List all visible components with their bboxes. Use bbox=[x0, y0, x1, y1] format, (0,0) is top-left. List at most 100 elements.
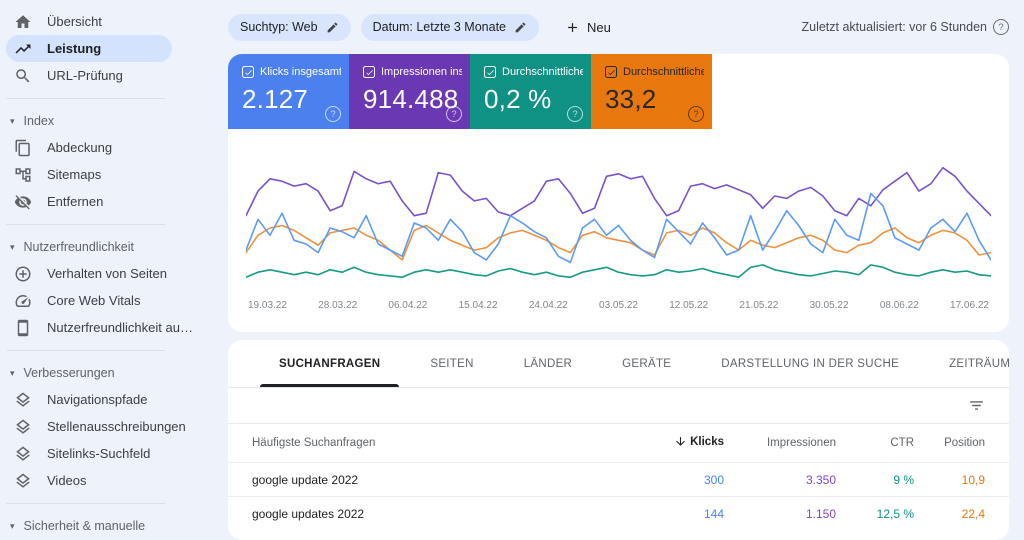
sidebar-item-nutzerfreundlichkeit-mobil[interactable]: Nutzerfreundlichkeit au… bbox=[0, 314, 212, 341]
checkbox-checked-icon[interactable] bbox=[363, 66, 375, 78]
filter-icon[interactable] bbox=[968, 397, 985, 414]
column-header-query[interactable]: Häufigste Suchanfragen bbox=[228, 424, 606, 463]
klicks-cell: 300 bbox=[606, 462, 724, 497]
sidebar-item-label: Navigationspfade bbox=[47, 392, 148, 407]
metric-label: Durchschnittliche… bbox=[623, 66, 704, 78]
tab-laender[interactable]: LÄNDER bbox=[499, 340, 597, 387]
search-icon bbox=[14, 67, 32, 85]
column-header-klicks[interactable]: Klicks bbox=[606, 424, 724, 463]
sidebar-item-navigationspfade[interactable]: Navigationspfade bbox=[0, 386, 212, 413]
sidebar-section-label: Verbesserungen bbox=[23, 366, 115, 380]
search-type-label: Suchtyp: Web bbox=[240, 20, 318, 34]
sidebar-item-verhalten-von-seiten[interactable]: Verhalten von Seiten bbox=[0, 260, 212, 287]
column-header-ctr[interactable]: CTR bbox=[836, 424, 914, 463]
help-icon[interactable]: ? bbox=[993, 19, 1009, 35]
edit-icon bbox=[327, 22, 337, 32]
sidebar-section-index[interactable]: ▾ Index bbox=[0, 108, 212, 134]
sidebar-item-videos[interactable]: Videos bbox=[0, 467, 212, 494]
gauge-icon bbox=[14, 292, 32, 310]
help-icon[interactable]: ? bbox=[688, 106, 704, 122]
home-icon bbox=[14, 13, 32, 31]
tab-zeitraeume[interactable]: ZEITRÄUME bbox=[924, 340, 1009, 387]
search-type-chip[interactable]: Suchtyp: Web bbox=[228, 13, 351, 41]
x-tick-label: 15.04.22 bbox=[458, 300, 498, 311]
table-row[interactable]: google update 2022 300 3.350 9 % 10,9 bbox=[228, 462, 1009, 497]
sidebar-item-leistung[interactable]: Leistung bbox=[6, 35, 172, 62]
chart-line-ctr bbox=[246, 264, 991, 278]
sidebar-divider bbox=[6, 224, 165, 225]
sidebar-item-label: Sitemaps bbox=[47, 167, 102, 182]
line-chart[interactable] bbox=[246, 156, 991, 291]
impressionen-cell: 1.150 bbox=[724, 496, 836, 530]
last-updated: Zuletzt aktualisiert: vor 6 Stunden ? bbox=[801, 19, 1009, 35]
sidebar-item-url-pruefung[interactable]: URL-Prüfung bbox=[0, 62, 212, 89]
sidebar-item-core-web-vitals[interactable]: Core Web Vitals bbox=[0, 287, 212, 314]
column-header-position[interactable]: Position bbox=[914, 424, 1009, 463]
sidebar-divider bbox=[6, 503, 165, 504]
sidebar-item-label: Videos bbox=[47, 473, 87, 488]
column-header-impressionen[interactable]: Impressionen bbox=[724, 424, 836, 463]
layers-icon bbox=[14, 391, 32, 409]
metric-card-impressionen[interactable]: Impressionen ins… 914.488 ? bbox=[349, 54, 470, 129]
layers-icon bbox=[14, 472, 32, 490]
table-header-row: Häufigste Suchanfragen Klicks Impression… bbox=[228, 424, 1009, 463]
sidebar-item-label: Abdeckung bbox=[47, 140, 113, 155]
help-icon[interactable]: ? bbox=[567, 106, 583, 122]
sidebar-section-sicherheit[interactable]: ▾ Sicherheit & manuelle Maßnahmen bbox=[0, 513, 212, 535]
metric-label: Klicks insgesamt bbox=[260, 66, 341, 78]
metric-header: Durchschnittliche… bbox=[484, 66, 583, 78]
column-header-label: Klicks bbox=[690, 435, 724, 448]
sidebar-section-nutzerfreundlichkeit[interactable]: ▾ Nutzerfreundlichkeit bbox=[0, 234, 212, 260]
performance-card: Klicks insgesamt 2.127 ? Impressionen in… bbox=[228, 54, 1009, 332]
x-tick-label: 12.05.22 bbox=[669, 300, 709, 311]
table-row[interactable]: google updates 2022 144 1.150 12,5 % 22,… bbox=[228, 496, 1009, 530]
klicks-cell: 144 bbox=[606, 496, 724, 530]
performance-chart[interactable]: 19.03.22 28.03.22 06.04.22 15.04.22 24.04.22… bbox=[228, 129, 1009, 311]
layers-icon bbox=[14, 418, 32, 436]
ctr-cell: 9 % bbox=[836, 462, 914, 497]
sidebar-item-label: URL-Prüfung bbox=[47, 68, 123, 83]
metric-header: Impressionen ins… bbox=[363, 66, 462, 78]
sort-descending-icon bbox=[676, 437, 685, 446]
date-range-chip[interactable]: Datum: Letzte 3 Monate bbox=[360, 13, 539, 41]
x-tick-label: 19.03.22 bbox=[248, 300, 287, 311]
new-filter-button[interactable]: Neu bbox=[565, 20, 611, 35]
plus-icon bbox=[568, 22, 577, 32]
metric-header: Durchschnittliche… bbox=[605, 66, 704, 78]
metric-card-klicks[interactable]: Klicks insgesamt 2.127 ? bbox=[228, 54, 349, 129]
tab-seiten[interactable]: SEITEN bbox=[405, 340, 498, 387]
checkbox-checked-icon[interactable] bbox=[605, 66, 617, 78]
x-tick-label: 24.04.22 bbox=[528, 300, 568, 311]
sidebar-item-label: Stellenausschreibungen bbox=[47, 419, 186, 434]
chart-line-klicks bbox=[246, 192, 991, 264]
sidebar-item-label: Leistung bbox=[47, 41, 102, 56]
sidebar: Übersicht Leistung URL-Prüfung ▾ Index A… bbox=[0, 0, 212, 535]
x-tick-label: 06.04.22 bbox=[388, 300, 428, 311]
sidebar-section-verbesserungen[interactable]: ▾ Verbesserungen bbox=[0, 360, 212, 386]
tab-darstellung[interactable]: DARSTELLUNG IN DER SUCHE bbox=[696, 340, 924, 387]
metric-card-position[interactable]: Durchschnittliche… 33,2 ? bbox=[591, 54, 712, 129]
queries-table: Häufigste Suchanfragen Klicks Impression… bbox=[228, 424, 1009, 530]
sidebar-item-sitelinks-suchfeld[interactable]: Sitelinks-Suchfeld bbox=[0, 440, 212, 467]
layers-icon bbox=[14, 445, 32, 463]
checkbox-checked-icon[interactable] bbox=[242, 66, 254, 78]
app-root: Übersicht Leistung URL-Prüfung ▾ Index A… bbox=[0, 0, 1024, 540]
metric-label: Durchschnittliche… bbox=[502, 66, 583, 78]
sidebar-item-abdeckung[interactable]: Abdeckung bbox=[0, 134, 212, 161]
x-tick-label: 21.05.22 bbox=[739, 300, 779, 311]
help-icon[interactable]: ? bbox=[446, 106, 462, 122]
sidebar-item-sitemaps[interactable]: Sitemaps bbox=[0, 161, 212, 188]
sidebar-item-label: Core Web Vitals bbox=[47, 293, 141, 308]
sidebar-item-entfernen[interactable]: Entfernen bbox=[0, 188, 212, 215]
pages-icon bbox=[14, 139, 32, 157]
checkbox-checked-icon[interactable] bbox=[484, 66, 496, 78]
sidebar-item-uebersicht[interactable]: Übersicht bbox=[0, 8, 212, 35]
sidebar-item-stellenausschreibungen[interactable]: Stellenausschreibungen bbox=[0, 413, 212, 440]
metric-card-ctr[interactable]: Durchschnittliche… 0,2 % ? bbox=[470, 54, 591, 129]
position-cell: 22,4 bbox=[914, 496, 1009, 530]
tab-suchanfragen[interactable]: SUCHANFRAGEN bbox=[254, 340, 405, 387]
tab-geraete[interactable]: GERÄTE bbox=[597, 340, 696, 387]
help-icon[interactable]: ? bbox=[325, 106, 341, 122]
position-cell: 10,9 bbox=[914, 462, 1009, 497]
sidebar-divider bbox=[6, 350, 165, 351]
